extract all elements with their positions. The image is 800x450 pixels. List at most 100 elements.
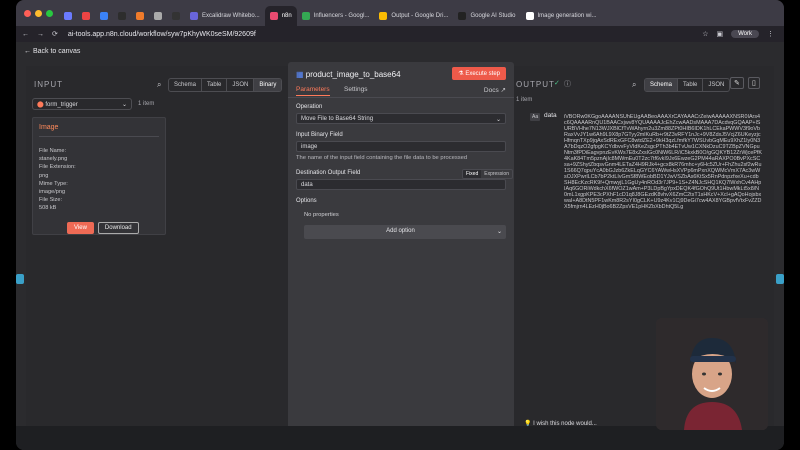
browser-tab[interactable] — [149, 6, 167, 26]
back-arrow-icon[interactable]: ← — [22, 31, 29, 38]
window-controls — [24, 9, 53, 17]
pin-icon[interactable]: ▯ — [748, 77, 760, 89]
person-image — [656, 318, 768, 430]
search-icon[interactable]: ⌕ — [632, 80, 636, 90]
tab-favicon-icon — [136, 12, 144, 20]
bookmark-star-icon[interactable]: ☆ — [702, 30, 708, 38]
browser-tab[interactable]: Influencers - Googl... — [297, 6, 375, 26]
input-panel: INPUT ⌕ Schema Table JSON Binary ⬤ form_tri… — [32, 70, 284, 410]
tab-label: Output - Google Dri... — [391, 13, 449, 19]
options-label: Options — [296, 198, 317, 204]
expression-option[interactable]: Expression — [481, 170, 512, 178]
input-binary-field-hint: The name of the input field containing t… — [296, 155, 468, 161]
browser-tab[interactable] — [131, 6, 149, 26]
trigger-name: form_trigger — [45, 102, 78, 108]
browser-tab[interactable] — [113, 6, 131, 26]
tab-favicon-icon — [118, 12, 126, 20]
left-edge-handle[interactable] — [16, 274, 24, 284]
file-size-value: 508 kB — [39, 205, 57, 212]
file-size-label: File Size: — [39, 197, 63, 204]
back-to-canvas-link[interactable]: ← Back to canvas — [24, 48, 80, 55]
node-title[interactable]: product_image_to_base64 — [306, 70, 401, 79]
menu-dots-icon[interactable]: ⋮ — [767, 30, 774, 38]
output-schema-tab[interactable]: Schema — [645, 79, 679, 91]
output-table-tab[interactable]: Table — [678, 79, 704, 91]
string-type-icon: Aa — [530, 113, 541, 121]
close-window-button[interactable] — [24, 9, 31, 17]
destination-output-field-input[interactable]: data — [296, 179, 506, 190]
operation-label: Operation — [296, 104, 323, 110]
browser-tab[interactable] — [167, 6, 185, 26]
input-binary-tab[interactable]: Binary — [254, 79, 282, 91]
add-option-label: Add option — [386, 228, 415, 234]
tab-favicon-icon — [458, 12, 467, 20]
add-option-button[interactable]: Add option ⌄ — [304, 225, 506, 239]
view-button[interactable]: View — [67, 222, 94, 234]
chevron-down-icon: ⌄ — [495, 117, 501, 123]
output-title: OUTPUT — [516, 80, 555, 89]
operation-value: Move File to Base64 String — [301, 116, 374, 122]
edit-icon[interactable]: ✎ — [730, 77, 744, 89]
download-button[interactable]: Download — [97, 222, 139, 234]
forward-arrow-icon[interactable]: → — [37, 31, 44, 38]
operation-select[interactable]: Move File to Base64 String ⌄ — [296, 113, 506, 124]
url-field[interactable]: ai-tools.app.n8n.cloud/workflow/syw7pKhy… — [68, 31, 256, 38]
info-icon: ⓘ — [564, 81, 571, 88]
fixed-expression-toggle: Fixed Expression — [462, 169, 513, 179]
input-binary-field-input[interactable]: image — [296, 141, 506, 152]
external-link-icon: ↗ — [500, 87, 506, 94]
browser-tab[interactable] — [95, 6, 113, 26]
tab-settings[interactable]: Settings — [344, 86, 368, 93]
node-tabs: Parameters Settings Docs ↗ — [288, 84, 514, 98]
file-extension-label: File Extension: — [39, 164, 76, 171]
input-title: INPUT — [34, 80, 63, 89]
browser-tab[interactable]: Image generation wi... — [521, 6, 602, 26]
output-json-tab[interactable]: JSON — [703, 79, 729, 91]
browser-tab[interactable]: Output - Google Dri... — [374, 6, 453, 26]
feedback-link[interactable]: 💡 I wish this node would... — [524, 420, 597, 427]
file-name-value: stanely.png — [39, 156, 68, 163]
binary-card-title: Image — [39, 124, 59, 131]
tab-label: Excalidraw Whitebo... — [202, 13, 260, 19]
search-icon[interactable]: ⌕ — [157, 80, 161, 90]
input-table-tab[interactable]: Table — [202, 79, 228, 91]
extensions-icon[interactable]: ▣ — [716, 30, 723, 38]
execute-step-button[interactable]: ⚗ Execute step — [452, 67, 506, 80]
browser-tab[interactable] — [59, 6, 77, 26]
right-edge-handle[interactable] — [776, 274, 784, 284]
destination-output-field-label: Destination Output Field — [296, 170, 361, 176]
input-binary-field-label: Input Binary Field — [296, 132, 343, 138]
reload-icon[interactable]: ⟳ — [52, 30, 58, 38]
tab-favicon-icon — [100, 12, 108, 20]
profile-button[interactable]: Work — [731, 30, 759, 38]
browser-tab[interactable] — [77, 6, 95, 26]
minimize-window-button[interactable] — [35, 9, 42, 17]
tab-favicon-icon — [269, 12, 278, 20]
tab-favicon-icon — [172, 12, 180, 20]
tab-parameters[interactable]: Parameters — [296, 86, 330, 96]
browser-tab[interactable]: n8n — [264, 6, 297, 26]
lightbulb-icon: 💡 — [524, 421, 534, 427]
trigger-select[interactable]: ⬤ form_trigger ⌄ — [32, 98, 132, 110]
docs-link[interactable]: Docs ↗ — [484, 86, 506, 94]
input-schema-tab[interactable]: Schema — [169, 79, 203, 91]
tab-favicon-icon — [64, 12, 72, 20]
maximize-window-button[interactable] — [46, 9, 53, 17]
tab-favicon-icon — [82, 12, 90, 20]
output-view-toggle: Schema Table JSON — [644, 78, 731, 92]
binary-image-card: Image File Name: stanely.png File Extens… — [32, 117, 166, 235]
input-json-tab[interactable]: JSON — [227, 79, 255, 91]
input-view-toggle: Schema Table JSON Binary — [168, 78, 283, 92]
mime-type-label: Mime Type: — [39, 180, 68, 187]
tab-bar: Excalidraw Whitebo... n8n Influencers - Go… — [16, 0, 784, 26]
browser-tab[interactable]: Excalidraw Whitebo... — [185, 6, 265, 26]
browser-tab[interactable]: Google AI Studio — [453, 6, 520, 26]
webcam-overlay — [656, 318, 768, 430]
back-to-canvas-label: Back to canvas — [32, 48, 81, 55]
output-field-name: data — [544, 112, 557, 119]
node-title-row: ▦ product_image_to_base64 — [296, 70, 401, 79]
address-bar: ← → ⟳ ai-tools.app.n8n.cloud/workflow/sy… — [16, 26, 784, 42]
fixed-option[interactable]: Fixed — [463, 170, 482, 178]
file-extension-value: png — [39, 172, 49, 179]
execute-step-label: Execute step — [465, 71, 500, 77]
